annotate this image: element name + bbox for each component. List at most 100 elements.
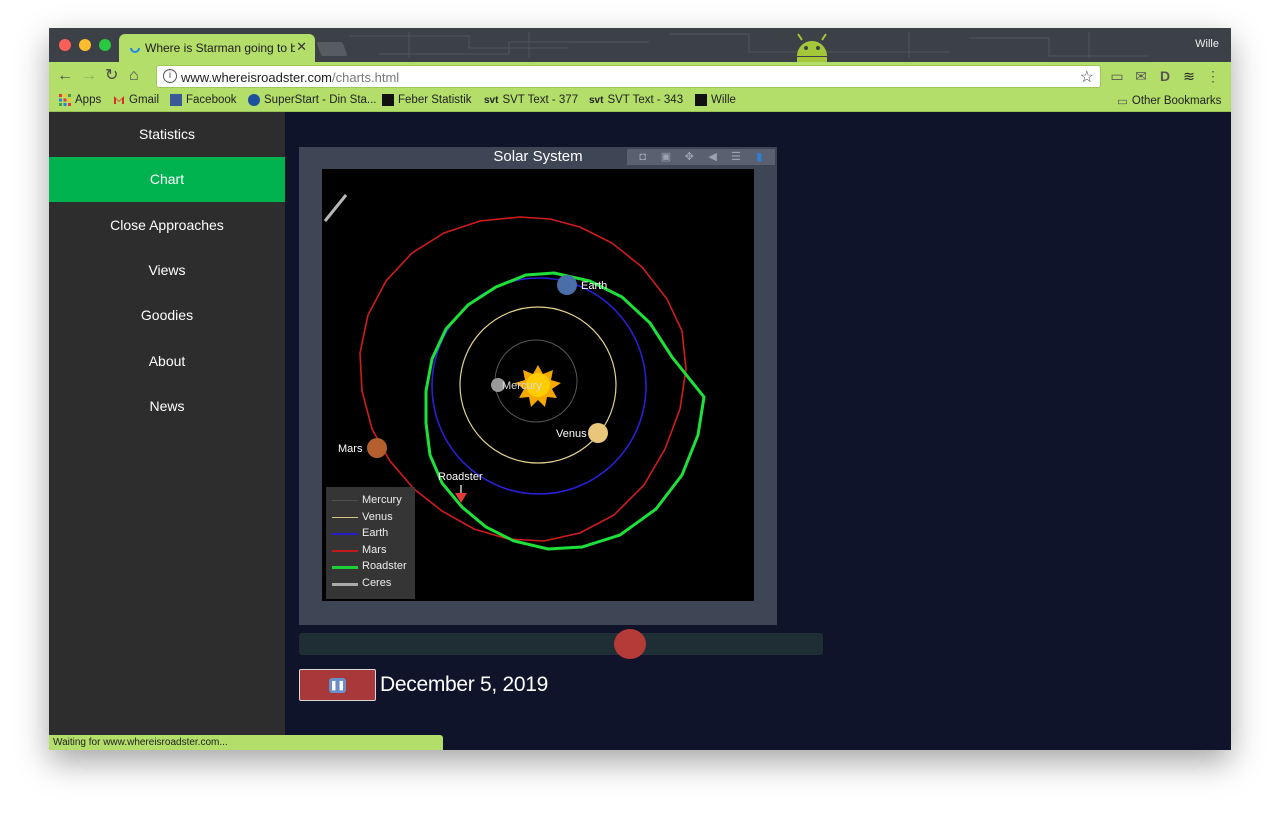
hover-icon[interactable]: ☰	[728, 151, 744, 163]
address-bar[interactable]: i www.whereisroadster.com/charts.html ☆	[156, 65, 1101, 88]
bookmarks-bar: Apps Gmail Facebook SuperStart - Din Sta…	[49, 91, 1231, 112]
plot-area[interactable]: Mercury Venus Earth Mars Roadster Mercur…	[322, 169, 754, 601]
bookmark-label: SuperStart - Din Sta...	[264, 94, 377, 106]
window-zoom-button[interactable]	[99, 39, 111, 51]
bookmark-star-icon[interactable]: ☆	[1080, 67, 1094, 87]
sidebar-item-goodies[interactable]: Goodies	[49, 293, 285, 338]
home-icon[interactable]: ⌂	[129, 67, 139, 85]
legend-label: Mars	[362, 544, 387, 556]
tab-title: Where is Starman going to be	[145, 41, 295, 55]
bookmark-superstart[interactable]: SuperStart - Din Sta...	[248, 94, 377, 106]
body-label-venus: Venus	[556, 428, 587, 440]
timeline-slider-thumb[interactable]	[614, 629, 646, 659]
sidebar-item-views[interactable]: Views	[49, 248, 285, 293]
mail-icon[interactable]: ✉	[1133, 68, 1149, 84]
menu-icon[interactable]: ⋮	[1205, 68, 1221, 84]
address-url: www.whereisroadster.com/charts.html	[181, 70, 399, 85]
url-host: www.whereisroadster.com	[181, 70, 332, 85]
browser-window: Where is Starman going to be ✕ Wille ← →…	[49, 28, 1231, 750]
venus-planet-icon	[588, 423, 608, 443]
sidebar-item-about[interactable]: About	[49, 339, 285, 384]
bookmark-label: Facebook	[186, 94, 237, 106]
plot-legend: Mercury Venus Earth Mars Roadster Ceres	[326, 487, 415, 599]
save-icon[interactable]: ▣	[658, 151, 674, 163]
url-path: /charts.html	[332, 70, 400, 85]
pan-icon[interactable]: ✥	[681, 151, 697, 163]
legend-label: Venus	[362, 511, 393, 523]
sidebar-item-close-approaches[interactable]: Close Approaches	[49, 203, 285, 248]
svt-icon: svt	[484, 94, 499, 106]
zoom-icon[interactable]: ◀	[705, 151, 721, 163]
bookmark-label: Gmail	[129, 94, 160, 106]
body-label-roadster: Roadster	[438, 471, 483, 483]
sidebar-nav: Statistics Chart Close Approaches Views …	[49, 112, 285, 750]
bookmark-facebook[interactable]: Facebook	[170, 94, 237, 106]
title-bar: Where is Starman going to be ✕ Wille	[49, 28, 1231, 62]
legend-label: Roadster	[362, 560, 407, 572]
body-label-earth: Earth	[581, 280, 607, 292]
legend-item-venus[interactable]: Venus	[326, 510, 415, 526]
browser-tab-active[interactable]: Where is Starman going to be ✕	[119, 34, 315, 62]
camera-icon[interactable]: ◘	[635, 151, 651, 163]
orbit-roadster	[424, 271, 706, 551]
body-label-mars: Mars	[338, 443, 363, 455]
superstart-icon	[248, 94, 260, 106]
forward-arrow-icon[interactable]: →	[81, 67, 97, 85]
mars-planet-icon	[367, 438, 387, 458]
legend-swatch	[332, 566, 358, 569]
legend-item-mercury[interactable]: Mercury	[326, 493, 415, 509]
profile-name[interactable]: Wille	[1195, 38, 1219, 50]
tab-close-icon[interactable]: ✕	[296, 39, 307, 55]
feber-icon	[695, 94, 707, 106]
sidebar-item-news[interactable]: News	[49, 384, 285, 429]
bookmark-other[interactable]: ▭ Other Bookmarks	[1117, 94, 1221, 108]
extension-d-icon[interactable]: D	[1157, 68, 1173, 84]
android-mascot-icon	[797, 33, 827, 62]
cast-icon[interactable]: ▭	[1109, 68, 1125, 84]
bookmark-label: Feber Statistik	[398, 94, 472, 106]
legend-item-earth[interactable]: Earth	[326, 526, 415, 542]
bookmark-gmail[interactable]: Gmail	[113, 94, 159, 106]
bookmark-apps[interactable]: Apps	[59, 94, 101, 106]
legend-item-roadster[interactable]: Roadster	[326, 559, 415, 575]
main-content: Solar System ◘ ▣ ✥ ◀ ☰ ▮ Mercury Venus E…	[285, 112, 1231, 750]
folder-icon: ▭	[1117, 96, 1128, 108]
legend-swatch	[332, 583, 358, 586]
legend-label: Earth	[362, 527, 389, 539]
earth-planet-icon	[557, 275, 577, 295]
sidebar-item-chart[interactable]: Chart	[49, 157, 285, 202]
bookmark-label: SVT Text - 343	[607, 94, 684, 106]
legend-item-mars[interactable]: Mars	[326, 543, 415, 559]
facebook-icon	[170, 94, 182, 106]
gmail-icon	[114, 96, 124, 104]
plotly-logo-icon[interactable]: ▮	[751, 151, 767, 163]
reload-icon[interactable]: ↻	[105, 67, 118, 85]
pause-icon: ❚❚	[329, 678, 346, 693]
bookmark-wille[interactable]: Wille	[695, 94, 736, 106]
bookmark-svt-343[interactable]: svt SVT Text - 343	[589, 94, 683, 106]
window-close-button[interactable]	[59, 39, 71, 51]
new-tab-button[interactable]	[316, 42, 348, 56]
legend-swatch	[332, 500, 358, 501]
pause-button[interactable]: ❚❚	[299, 669, 376, 701]
back-arrow-icon[interactable]: ←	[57, 67, 73, 85]
window-minimize-button[interactable]	[79, 39, 91, 51]
apps-grid-icon	[59, 94, 71, 106]
legend-swatch	[332, 533, 358, 535]
legend-item-ceres[interactable]: Ceres	[326, 576, 415, 592]
bookmark-label: Apps	[75, 94, 102, 106]
body-label-mercury: Mercury	[502, 380, 542, 392]
site-info-icon[interactable]: i	[163, 69, 177, 83]
bookmark-label: SVT Text - 377	[502, 94, 579, 106]
loading-spinner-icon	[130, 47, 140, 53]
bookmark-feber-statistik[interactable]: Feber Statistik	[382, 94, 472, 106]
bookmark-svt-377[interactable]: svt SVT Text - 377	[484, 94, 578, 106]
timeline-slider[interactable]	[299, 629, 823, 659]
current-date: December 5, 2019	[380, 673, 548, 696]
bookmark-label: Other Bookmarks	[1131, 95, 1222, 107]
bookmark-label: Wille	[711, 94, 736, 106]
orbit-ceres	[323, 194, 348, 222]
stack-extension-icon[interactable]: ≋	[1181, 68, 1197, 84]
sidebar-item-statistics[interactable]: Statistics	[49, 112, 285, 157]
status-bar: Waiting for www.whereisroadster.com...	[49, 735, 443, 750]
